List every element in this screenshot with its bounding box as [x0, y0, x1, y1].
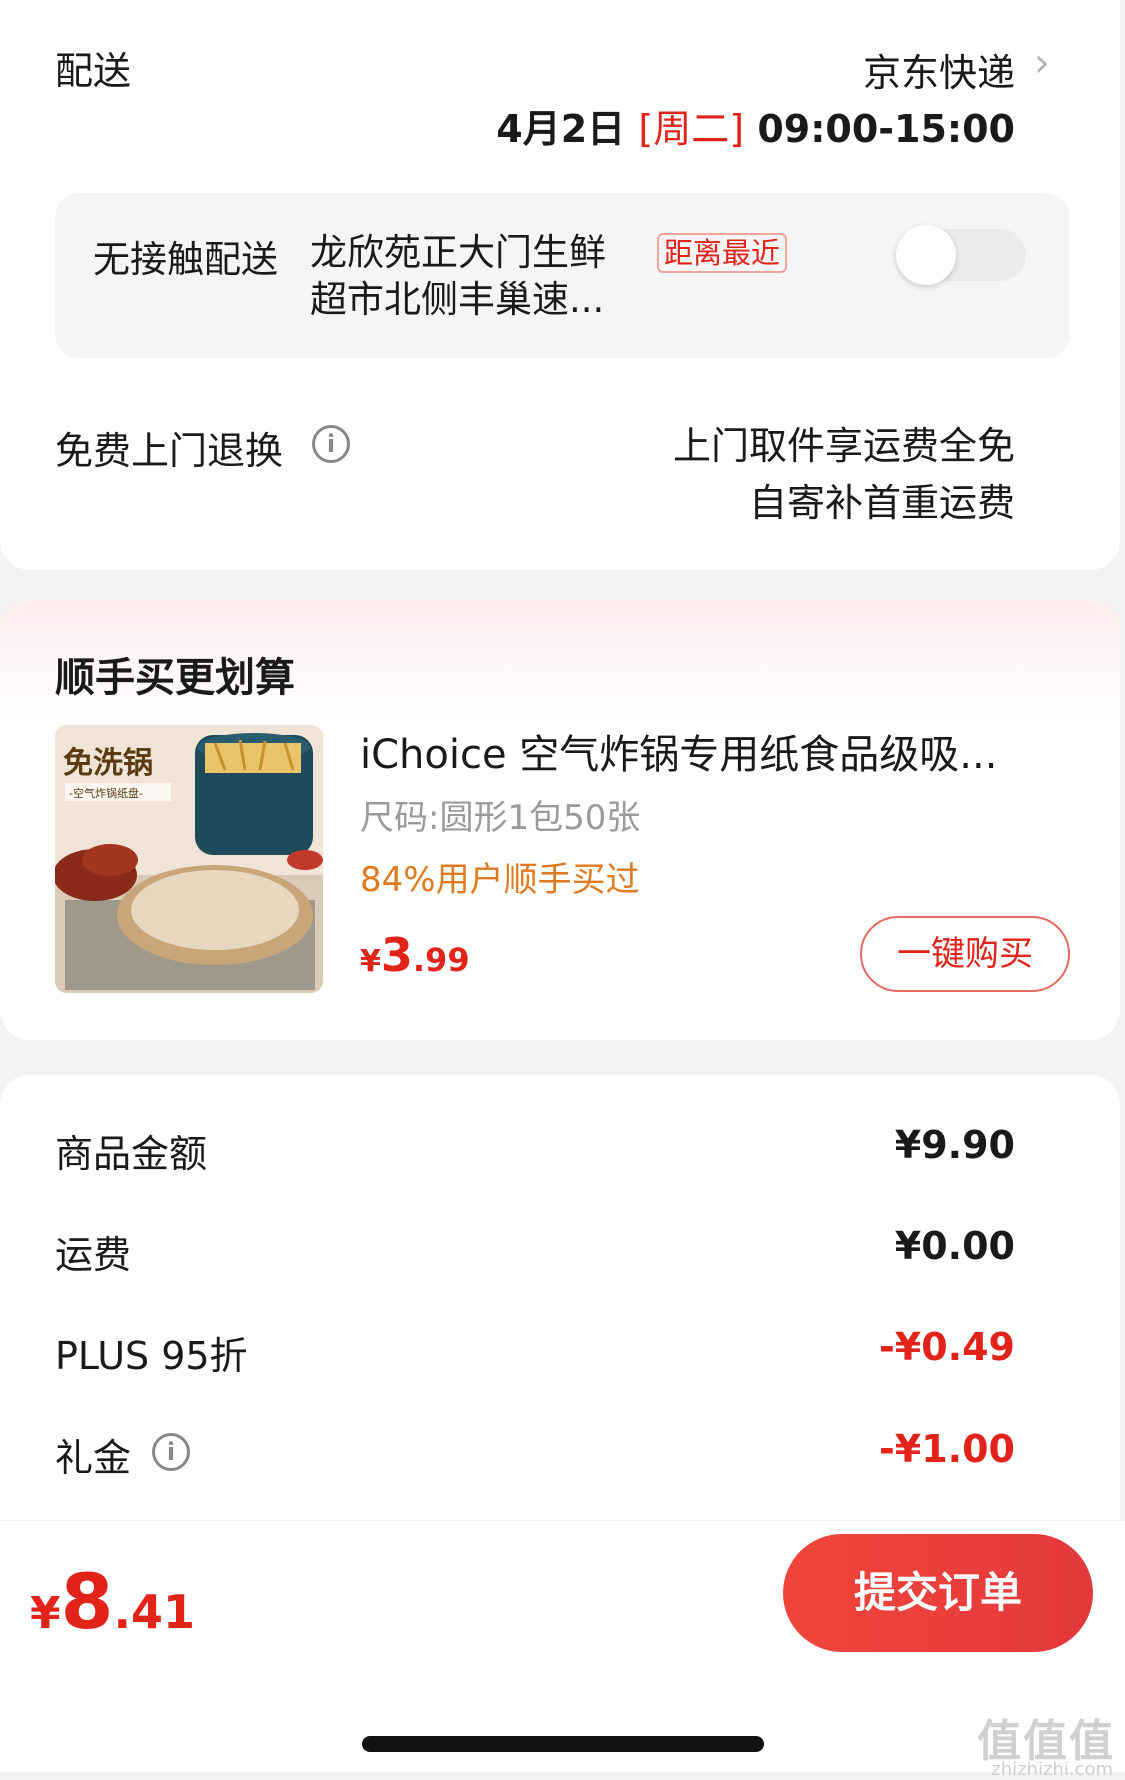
delivery-card: 配送 京东快递 › 4月2日 [周二] 09:00-15:00 无接触配送 龙欣… — [0, 0, 1120, 570]
watermark-url: zhizhizhi.com — [991, 1759, 1113, 1780]
price-integer: 3 — [380, 928, 413, 982]
price-decimal: .99 — [412, 941, 470, 979]
upsell-card: 顺手买更划算 免洗锅 -空气炸锅纸盘- iChoice 空气炸锅专用纸食品级吸.… — [0, 600, 1120, 1040]
total-price: ¥8.41 — [30, 1557, 195, 1646]
delivery-time[interactable]: 4月2日 [周二] 09:00-15:00 — [496, 98, 1015, 153]
summary-value-plus-discount: -¥0.49 — [879, 1325, 1015, 1369]
delivery-weekday: [周二] — [638, 107, 745, 151]
total-integer: 8 — [60, 1557, 114, 1646]
summary-value-gift: -¥1.00 — [879, 1427, 1015, 1471]
pickup-address: 龙欣苑正大门生鲜超市北侧丰巢速... — [310, 231, 606, 321]
home-indicator-area: 值值值 zhizhizhi.com — [0, 1667, 1125, 1780]
info-icon[interactable]: i — [312, 425, 350, 463]
summary-label-gift: 礼金 — [55, 1436, 132, 1480]
delivery-date: 4月2日 — [496, 107, 626, 151]
chevron-right-icon[interactable]: › — [1034, 40, 1050, 86]
image-text-main: 免洗锅 — [63, 746, 153, 781]
home-indicator[interactable] — [362, 1736, 764, 1752]
contactless-toggle[interactable] — [896, 225, 1026, 285]
total-symbol: ¥ — [30, 1588, 61, 1639]
toggle-knob — [896, 225, 956, 285]
bought-ratio: 84%用户顺手买过 — [360, 860, 640, 900]
nearest-badge: 距离最近 — [657, 233, 788, 273]
info-icon[interactable]: i — [152, 1433, 190, 1471]
checkout-bar: ¥8.41 提交订单 — [0, 1520, 1125, 1668]
product-spec: 尺码:圆形1包50张 — [360, 798, 641, 838]
product-price: ¥3.99 — [360, 928, 470, 982]
delivery-label: 配送 — [55, 49, 132, 93]
image-text-sub: -空气炸锅纸盘- — [69, 786, 143, 800]
one-click-buy-button[interactable]: 一键购买 — [860, 916, 1070, 992]
air-fryer-paper-photo: 免洗锅 -空气炸锅纸盘- — [55, 725, 323, 993]
summary-label-plus-discount: PLUS 95折 — [55, 1334, 248, 1378]
free-return-label: 免费上门退换 — [55, 429, 284, 473]
submit-order-button[interactable]: 提交订单 — [783, 1534, 1093, 1652]
upsell-title: 顺手买更划算 — [55, 655, 295, 701]
contactless-label: 无接触配送 — [93, 238, 278, 281]
return-info-line1: 上门取件享运费全免 — [672, 424, 1015, 468]
total-decimal: .41 — [113, 1585, 196, 1639]
price-symbol: ¥ — [360, 944, 381, 979]
summary-value-shipping: ¥0.00 — [894, 1224, 1015, 1268]
summary-value-goods: ¥9.90 — [894, 1123, 1015, 1167]
summary-label-goods: 商品金额 — [55, 1132, 208, 1176]
summary-label-shipping: 运费 — [55, 1233, 132, 1277]
return-info-line2: 自寄补首重运费 — [748, 481, 1015, 525]
courier-selector[interactable]: 京东快递 — [863, 42, 1015, 97]
product-image[interactable]: 免洗锅 -空气炸锅纸盘- — [55, 725, 323, 993]
contactless-delivery-box: 无接触配送 龙欣苑正大门生鲜超市北侧丰巢速... 距离最近 — [55, 193, 1070, 358]
delivery-window: 09:00-15:00 — [757, 107, 1015, 151]
product-name[interactable]: iChoice 空气炸锅专用纸食品级吸... — [360, 722, 1050, 780]
